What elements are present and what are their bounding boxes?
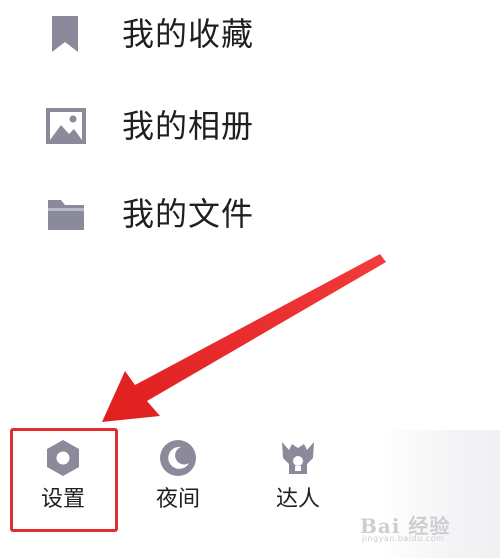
screen: 我的收藏 我的相册 我的文件 设置 夜间 达人 Bai 经验 jingyan.b… <box>0 0 500 558</box>
menu-item-label: 我的收藏 <box>122 15 255 53</box>
watermark: Bai 经验 jingyan.baidu.com <box>352 510 492 543</box>
toolbar-talent-button[interactable]: 达人 <box>248 430 348 530</box>
menu-item-favorites[interactable]: 我的收藏 <box>0 4 420 64</box>
bookmark-icon <box>52 16 78 52</box>
menu-item-label: 我的文件 <box>122 195 255 233</box>
menu-item-files[interactable]: 我的文件 <box>0 184 420 244</box>
watermark-sub: jingyan.baidu.com <box>362 534 445 543</box>
menu-item-album[interactable]: 我的相册 <box>0 96 420 156</box>
toolbar-label: 夜间 <box>155 487 200 512</box>
toolbar-night-button[interactable]: 夜间 <box>128 430 228 530</box>
menu-item-label: 我的相册 <box>122 107 255 145</box>
image-icon <box>46 108 86 144</box>
moon-icon <box>160 440 196 476</box>
toolbar-label: 达人 <box>275 487 320 512</box>
folder-icon <box>48 200 84 230</box>
talent-badge-icon <box>282 442 314 474</box>
annotation-highlight-box <box>10 428 118 532</box>
